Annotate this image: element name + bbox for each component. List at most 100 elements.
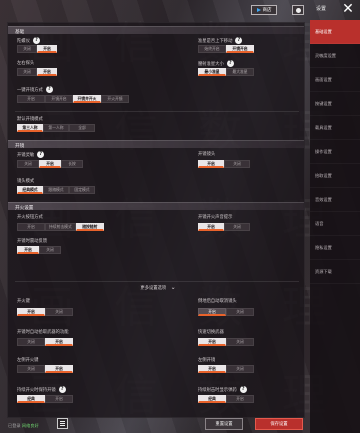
help-icon[interactable]: ? <box>226 60 234 67</box>
option[interactable]: 开启 <box>45 395 73 403</box>
help-icon[interactable]: ? <box>235 37 243 44</box>
sidebar-item-operation[interactable]: 操作设置 <box>310 140 360 164</box>
store-button[interactable]: 商店 <box>251 5 277 15</box>
setting-3-selector[interactable]: 最小准星 最大准星 <box>198 68 254 76</box>
option[interactable]: 开启 <box>198 308 226 316</box>
setting-text: 持续开火时保持开镜 <box>17 388 56 393</box>
setting-text: 镜头模式 <box>17 179 35 184</box>
option[interactable]: 开启 <box>17 223 45 231</box>
setting-label: 镜头模式 <box>17 178 34 184</box>
option[interactable]: 关闭 <box>17 45 37 53</box>
option[interactable]: 开启 <box>198 160 224 168</box>
help-icon[interactable]: ? <box>58 386 66 393</box>
chevron-down-icon: ⌄ <box>170 284 176 291</box>
close-icon[interactable]: ✕ <box>341 2 355 16</box>
help-icon[interactable]: ? <box>45 86 53 93</box>
option[interactable]: 开启 <box>198 223 224 231</box>
option[interactable]: 开镜开启 <box>45 95 73 103</box>
option[interactable]: 开启 <box>226 395 254 403</box>
status-label: 已登录 <box>8 423 21 428</box>
option[interactable]: 开启 <box>39 160 61 168</box>
setting-6-selector[interactable]: 关闭 开启 长按 <box>17 160 83 168</box>
option[interactable]: 关闭 <box>45 308 73 316</box>
option[interactable]: 关闭 <box>17 160 39 168</box>
option[interactable]: 全部 <box>69 124 95 132</box>
option[interactable]: 始终开启 <box>198 45 226 53</box>
option[interactable]: 最大准星 <box>226 68 254 76</box>
menu-icon[interactable] <box>57 418 68 429</box>
option[interactable]: 关闭 <box>17 365 45 373</box>
setting-9-selector[interactable]: 开启 持续射击模式 随按随射 <box>17 223 104 231</box>
option[interactable]: 开启 <box>37 68 57 76</box>
setting-13-selector[interactable]: 开启 关闭 <box>198 308 254 316</box>
divider <box>15 281 299 282</box>
sidebar-item-sound[interactable]: 音效设置 <box>310 188 360 212</box>
setting-7-selector[interactable]: 开启 关闭 <box>198 160 250 168</box>
setting-0-selector[interactable]: 关闭 开启 <box>17 45 57 53</box>
option[interactable]: 开启 <box>37 45 57 53</box>
save-button[interactable]: 保存设置 <box>255 418 303 430</box>
option[interactable]: 最小准星 <box>198 68 226 76</box>
option[interactable]: 跟随模式 <box>43 186 69 194</box>
option[interactable]: 长按 <box>61 160 83 168</box>
reset-button-label: 重置设置 <box>215 422 233 427</box>
option[interactable]: 开启 <box>45 338 73 346</box>
setting-18-selector[interactable]: 经典 开启 <box>17 395 73 403</box>
option[interactable]: 关闭 <box>226 308 254 316</box>
setting-19-selector[interactable]: 经典 开启 <box>198 395 254 403</box>
sidebar-item-privacy[interactable]: 隐私设置 <box>310 236 360 260</box>
option[interactable]: 经典模式 <box>17 186 43 194</box>
option[interactable]: 关闭 <box>17 338 45 346</box>
option[interactable]: 开启 <box>17 308 45 316</box>
setting-15-selector[interactable]: 开启 关闭 <box>198 338 254 346</box>
help-icon[interactable]: ? <box>32 37 40 44</box>
option[interactable]: 第三人称 <box>17 124 43 132</box>
help-icon[interactable]: ? <box>239 386 247 393</box>
option[interactable]: 开启 <box>17 246 39 254</box>
option[interactable]: 开启 <box>45 365 73 373</box>
option[interactable]: 关闭 <box>224 160 250 168</box>
help-icon[interactable]: ? <box>37 151 45 158</box>
option[interactable]: 经典 <box>17 395 45 403</box>
sidebar-item-graphics[interactable]: 画面设置 <box>310 68 360 92</box>
setting-4-selector[interactable]: 开启 开镜开启 开镜并开火 开火开镜 <box>17 95 129 103</box>
setting-5-selector[interactable]: 第三人称 第一人称 全部 <box>17 124 95 132</box>
option[interactable]: 关闭 <box>226 338 254 346</box>
sidebar-item-controls[interactable]: 按键设置 <box>310 92 360 116</box>
setting-12-selector[interactable]: 开启 关闭 <box>17 308 73 316</box>
setting-8-selector[interactable]: 经典模式 跟随模式 固定模式 <box>17 186 95 194</box>
sidebar-item-voice[interactable]: 语音 <box>310 212 360 236</box>
option[interactable]: 经典 <box>198 395 226 403</box>
option[interactable]: 随按随射 <box>75 223 104 231</box>
reset-button[interactable]: 重置设置 <box>205 418 243 430</box>
option[interactable]: 开镜并开火 <box>73 95 101 103</box>
setting-2-selector[interactable]: 关闭 开启 <box>17 68 57 76</box>
option[interactable]: 固定模式 <box>69 186 95 194</box>
sidebar-item-download[interactable]: 资源下载 <box>310 260 360 284</box>
bottom-bar: 已登录 网络良好 重置设置 保存设置 <box>0 417 360 433</box>
option[interactable]: 关闭 <box>224 223 250 231</box>
option[interactable]: 持续射击模式 <box>45 223 76 231</box>
setting-16-selector[interactable]: 关闭 开启 <box>17 365 73 373</box>
option[interactable]: 开火开镜 <box>101 95 129 103</box>
sidebar-item-sensitivity[interactable]: 灵敏度设置 <box>310 44 360 68</box>
option[interactable]: 关闭 <box>39 246 61 254</box>
option[interactable]: 开镜开启 <box>226 45 254 53</box>
setting-10-selector[interactable]: 开启 关闭 <box>198 223 250 231</box>
profile-button[interactable] <box>292 5 304 15</box>
setting-17-selector[interactable]: 开启 关闭 <box>198 365 254 373</box>
sidebar-item-vehicle[interactable]: 载具设置 <box>310 116 360 140</box>
more-settings-toggle[interactable]: 更多设置选项 ⌄ <box>108 284 208 291</box>
sidebar-item-basic[interactable]: 基础设置 <box>310 20 360 44</box>
sidebar-item-pickup[interactable]: 拾取设置 <box>310 164 360 188</box>
setting-11-selector[interactable]: 开启 关闭 <box>17 246 61 254</box>
option[interactable]: 开启 <box>198 365 226 373</box>
option[interactable]: 开启 <box>17 95 45 103</box>
option[interactable]: 关闭 <box>17 68 37 76</box>
option[interactable]: 关闭 <box>226 365 254 373</box>
setting-label: 腰射准星大小? <box>198 60 234 67</box>
option[interactable]: 第一人称 <box>43 124 69 132</box>
setting-1-selector[interactable]: 始终开启 开镜开启 <box>198 45 254 53</box>
setting-14-selector[interactable]: 关闭 开启 <box>17 338 73 346</box>
option[interactable]: 开启 <box>198 338 226 346</box>
